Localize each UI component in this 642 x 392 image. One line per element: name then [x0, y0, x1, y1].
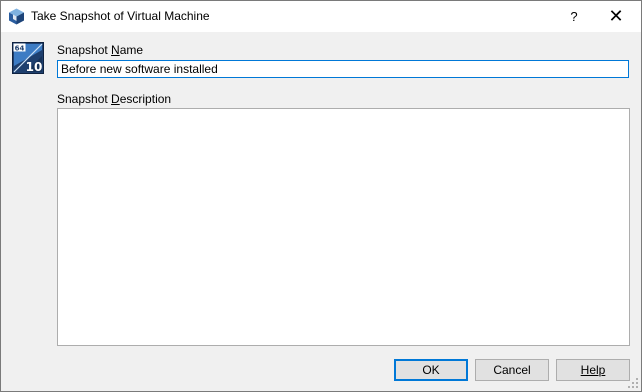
title-help-button[interactable]: ?: [555, 1, 593, 32]
label-part: Snapshot: [57, 43, 112, 57]
label-part: Snapshot: [57, 92, 112, 106]
accelerator-key: N: [111, 43, 120, 57]
accelerator-key: D: [111, 92, 120, 106]
resize-grip[interactable]: [627, 377, 639, 389]
virtualbox-cube-icon: [9, 8, 24, 25]
snapshot-name-label: Snapshot Name: [57, 43, 143, 57]
dialog-window: Take Snapshot of Virtual Machine ? ✕ 64 …: [0, 0, 642, 392]
cancel-button[interactable]: Cancel: [475, 359, 549, 381]
windows10-64bit-os-icon: 64 10: [12, 42, 44, 74]
snapshot-description-label: Snapshot Description: [57, 92, 171, 106]
help-button-label: Help: [580, 363, 606, 377]
window-title: Take Snapshot of Virtual Machine: [31, 9, 210, 23]
label-part: ame: [119, 43, 144, 57]
vm-badge-bottom-text: 10: [26, 60, 43, 74]
title-bar[interactable]: Take Snapshot of Virtual Machine ? ✕: [1, 1, 641, 32]
snapshot-description-textarea[interactable]: [57, 108, 630, 346]
label-part: escription: [119, 92, 172, 106]
snapshot-name-input[interactable]: [57, 60, 629, 78]
close-button[interactable]: ✕: [593, 1, 639, 32]
vm-badge-top-text: 64: [15, 44, 25, 52]
help-button[interactable]: Help: [556, 359, 630, 381]
ok-button[interactable]: OK: [394, 359, 468, 381]
